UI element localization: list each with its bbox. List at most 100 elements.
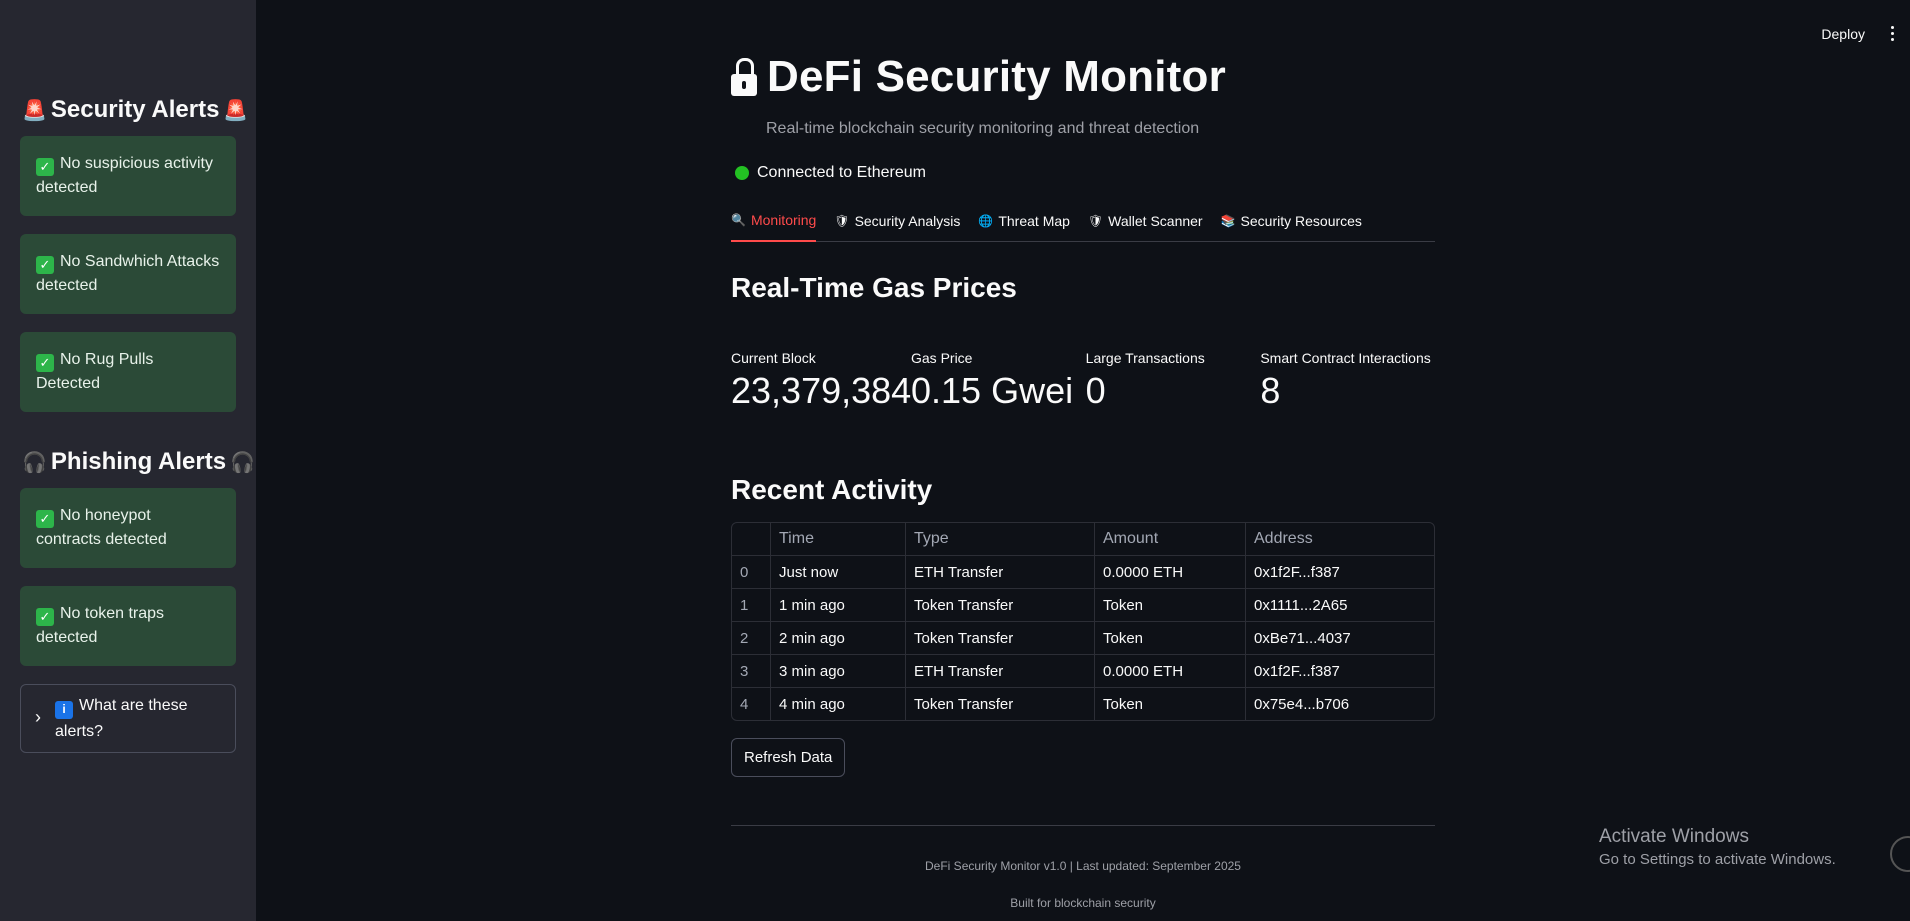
sidebar: 🚨 Security Alerts 🚨 ✓ No suspicious activ… — [0, 0, 256, 921]
column-header[interactable]: Amount — [1095, 523, 1246, 556]
checkmark-icon: ✓ — [36, 608, 54, 626]
row-index: 3 — [732, 655, 771, 688]
green-circle-icon — [735, 166, 749, 180]
tab-label: Security Analysis — [854, 212, 961, 229]
phishing-alerts-title: Phishing Alerts — [50, 448, 227, 475]
headphones-icon: 🎧 — [22, 451, 47, 474]
recent-activity-heading: Recent Activity — [731, 474, 933, 505]
top-toolbar: Deploy — [1815, 22, 1900, 45]
more-menu-icon[interactable] — [1885, 22, 1900, 45]
table-row: 1 1 min ago Token Transfer Token 0x1111.… — [732, 589, 1434, 622]
alert-text: No honeypot contracts detected — [36, 507, 167, 548]
column-header[interactable]: Type — [906, 523, 1095, 556]
metric-smart-contract-interactions: Smart Contract Interactions 8 — [1260, 350, 1435, 412]
column-header[interactable]: Time — [771, 523, 906, 556]
checkmark-icon: ✓ — [36, 158, 54, 176]
watermark-title: Activate Windows — [1599, 826, 1749, 847]
alert-text: No suspicious activity detected — [36, 155, 213, 196]
cell-address[interactable]: 0xBe71...4037 — [1246, 622, 1434, 655]
magnifier-icon: 🔍 — [731, 213, 746, 227]
tab-label: Monitoring — [750, 212, 817, 228]
info-icon: i — [55, 700, 73, 719]
metrics-row: Current Block 23,379,384 Gas Price 0.15 … — [731, 350, 1435, 412]
tab-threat-map[interactable]: 🌐 Threat Map — [978, 210, 1070, 241]
cell-address[interactable]: 0x75e4...b706 — [1246, 688, 1434, 720]
metric-current-block: Current Block 23,379,384 — [731, 350, 911, 412]
cell-time[interactable]: 4 min ago — [771, 688, 906, 720]
tab-label: Threat Map — [998, 212, 1070, 229]
alert-success-box: ✓ No honeypot contracts detected — [20, 488, 236, 568]
tab-label: Security Resources — [1240, 212, 1362, 229]
cell-amount[interactable]: Token — [1095, 688, 1246, 720]
tab-security-analysis[interactable]: 🛡 Security Analysis — [834, 210, 960, 241]
phishing-alerts-header: 🎧 Phishing Alerts 🎧 — [22, 448, 255, 476]
cell-amount[interactable]: 0.0000 ETH — [1095, 655, 1246, 688]
column-header[interactable]: Address — [1246, 523, 1434, 556]
tab-label: Wallet Scanner — [1108, 212, 1203, 229]
cell-address[interactable]: 0x1111...2A65 — [1246, 589, 1434, 622]
tab-security-resources[interactable]: 📚 Security Resources — [1221, 210, 1362, 241]
gas-prices-heading: Real-Time Gas Prices — [731, 272, 1017, 303]
checkmark-icon: ✓ — [36, 510, 54, 528]
title-row: DeFi Security Monitor — [731, 52, 1435, 102]
table-row: 0 Just now ETH Transfer 0.0000 ETH 0x1f2… — [732, 556, 1434, 589]
cell-address[interactable]: 0x1f2F...f387 — [1246, 655, 1434, 688]
cell-type[interactable]: Token Transfer — [906, 688, 1095, 720]
metric-label: Large Transactions — [1085, 350, 1205, 366]
checkmark-icon: ✓ — [36, 256, 54, 274]
cell-amount[interactable]: 0.0000 ETH — [1095, 556, 1246, 589]
metric-label: Smart Contract Interactions — [1260, 350, 1431, 366]
refresh-data-button[interactable]: Refresh Data — [731, 738, 846, 777]
main-content: DeFi Security Monitor Real-time blockcha… — [731, 0, 1435, 910]
metric-label: Gas Price — [911, 350, 973, 366]
page-subtitle: Real-time blockchain security monitoring… — [766, 120, 1200, 137]
alert-success-box: ✓ No token traps detected — [20, 586, 236, 666]
footer-version: DeFi Security Monitor v1.0 | Last update… — [925, 859, 1241, 873]
security-alerts-header: 🚨 Security Alerts 🚨 — [22, 96, 248, 124]
footer-tagline: Built for blockchain security — [1010, 896, 1156, 910]
cell-type[interactable]: Token Transfer — [906, 622, 1095, 655]
books-icon: 📚 — [1220, 213, 1236, 228]
table-header-row: Time Type Amount Address — [732, 523, 1434, 556]
corner-widget[interactable] — [1890, 836, 1910, 872]
tab-monitoring[interactable]: 🔍 Monitoring — [731, 210, 817, 242]
chevron-right-icon: › — [35, 707, 41, 727]
tab-bar: 🔍 Monitoring 🛡 Security Analysis 🌐 Threa… — [731, 210, 1435, 242]
shield-red-icon: 🛡 — [1087, 213, 1104, 228]
cell-type[interactable]: ETH Transfer — [906, 556, 1095, 589]
watermark-subtitle: Go to Settings to activate Windows. — [1599, 851, 1836, 868]
cell-type[interactable]: ETH Transfer — [906, 655, 1095, 688]
metric-value: 0 — [1085, 370, 1106, 411]
row-index: 4 — [732, 688, 771, 720]
row-index: 1 — [732, 589, 771, 622]
cell-time[interactable]: 2 min ago — [771, 622, 906, 655]
metric-value: 23,379,384 — [731, 370, 912, 411]
metric-value: 0.15 Gwei — [911, 370, 1074, 411]
row-index: 2 — [732, 622, 771, 655]
page-title: DeFi Security Monitor — [767, 52, 1226, 101]
tab-wallet-scanner[interactable]: 🛡 Wallet Scanner — [1088, 210, 1203, 241]
cell-amount[interactable]: Token — [1095, 622, 1246, 655]
metric-value: 8 — [1260, 370, 1281, 411]
globe-icon: 🌐 — [978, 213, 994, 228]
metric-gas-price: Gas Price 0.15 Gwei — [911, 350, 1086, 412]
cell-address[interactable]: 0x1f2F...f387 — [1246, 556, 1434, 589]
cell-time[interactable]: Just now — [771, 556, 906, 589]
table-row: 3 3 min ago ETH Transfer 0.0000 ETH 0x1f… — [732, 655, 1434, 688]
footer-divider — [731, 825, 1435, 826]
expander-label: What are these alerts? — [55, 697, 188, 740]
alert-text: No token traps detected — [36, 605, 165, 646]
cell-time[interactable]: 1 min ago — [771, 589, 906, 622]
activity-table[interactable]: Time Type Amount Address 0 Just now ETH … — [731, 522, 1435, 721]
alerts-info-expander[interactable]: › i What are these alerts? — [20, 684, 236, 753]
table-row: 4 4 min ago Token Transfer Token 0x75e4.… — [732, 688, 1434, 720]
alert-success-box: ✓ No Sandwhich Attacks detected — [20, 234, 236, 314]
cell-time[interactable]: 3 min ago — [771, 655, 906, 688]
headphones-icon: 🎧 — [230, 451, 255, 474]
lock-icon — [731, 56, 757, 98]
siren-icon: 🚨 — [22, 99, 47, 122]
cell-type[interactable]: Token Transfer — [906, 589, 1095, 622]
alert-success-box: ✓ No Rug Pulls Detected — [20, 332, 236, 412]
deploy-button[interactable]: Deploy — [1815, 24, 1871, 44]
cell-amount[interactable]: Token — [1095, 589, 1246, 622]
